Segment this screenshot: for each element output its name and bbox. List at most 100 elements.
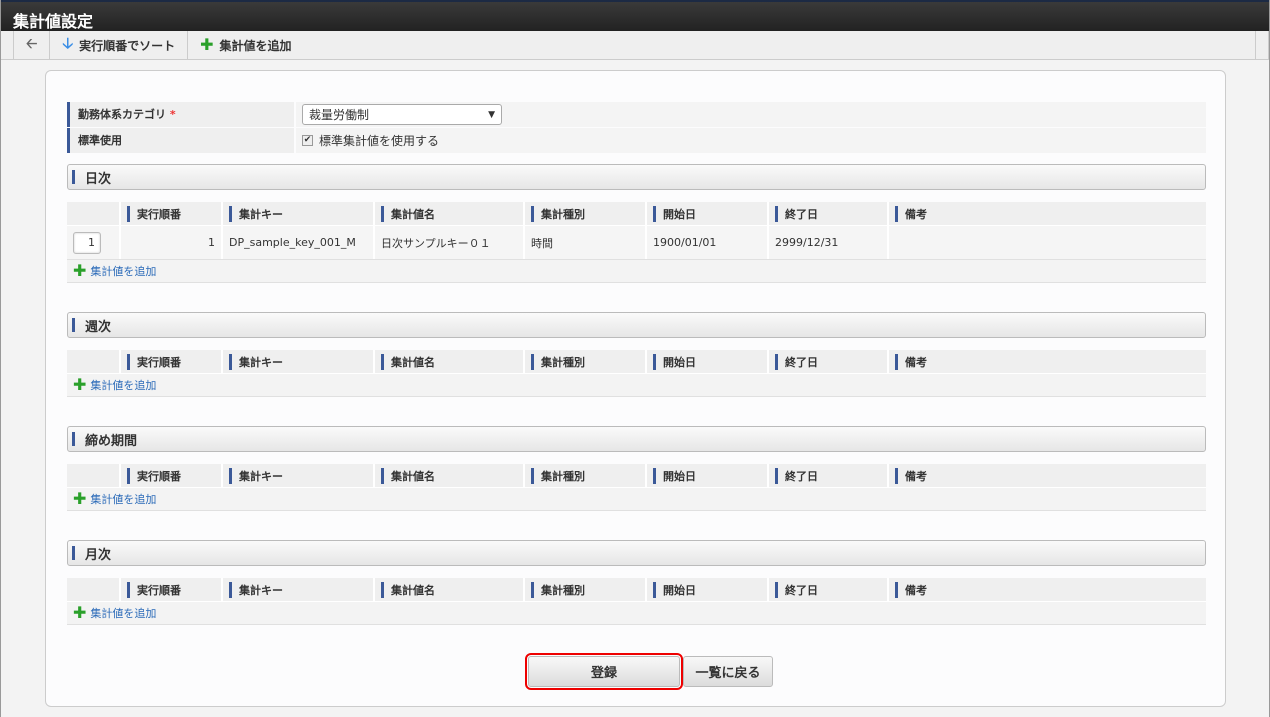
column-header: 開始日 [647, 464, 769, 487]
section-title: 週次 [85, 319, 112, 335]
arrow-down-icon: 🡣 [62, 33, 74, 52]
column-header: 備考 [889, 202, 1206, 225]
header-select [67, 578, 121, 601]
column-header-text: 集計キー [239, 355, 283, 369]
column-header-text: 集計値名 [391, 355, 435, 369]
register-button[interactable]: 登録 [525, 653, 683, 690]
table-header: 実行順番 集計キー 集計値名 集計種別 開始日 終了日 備考 [67, 202, 1206, 226]
column-header-text: 備考 [905, 469, 927, 483]
table-header: 実行順番 集計キー 集計値名 集計種別 開始日 終了日 備考 [67, 350, 1206, 374]
column-header-text: 集計種別 [541, 583, 585, 597]
standard-label: 標準使用 [67, 128, 294, 153]
column-header-text: 実行順番 [137, 583, 181, 597]
column-header: 集計キー [223, 202, 375, 225]
add-button[interactable]: ✚ 集計値を追加 [187, 31, 303, 59]
column-header-text: 開始日 [663, 583, 696, 597]
back-button[interactable]: 🡠 [13, 31, 49, 59]
column-header-text: 終了日 [785, 355, 818, 369]
column-header-text: 備考 [905, 583, 927, 597]
back-to-list-button[interactable]: 一覧に戻る [683, 656, 773, 687]
column-header: 終了日 [769, 350, 889, 373]
column-header-text: 集計キー [239, 583, 283, 597]
column-header-text: 開始日 [663, 469, 696, 483]
add-label: 集計値を追加 [219, 38, 292, 53]
section-title: 締め期間 [85, 433, 138, 449]
section-marker [72, 432, 75, 446]
column-header: 実行順番 [121, 464, 223, 487]
table-row[interactable]: 1 1 DP_sample_key_001_M 日次サンプルキー０１ 時間 1900/01… [67, 226, 1206, 260]
column-header-text: 備考 [905, 207, 927, 221]
column-header: 集計種別 [525, 578, 647, 601]
section-marker [72, 546, 75, 560]
cell-start: 1900/01/01 [647, 226, 769, 259]
cell-order: 1 [121, 226, 223, 259]
add-value-label: 集計値を追加 [90, 607, 157, 620]
column-header-text: 集計値名 [391, 583, 435, 597]
column-header: 集計キー [223, 350, 375, 373]
header-select [67, 350, 121, 373]
column-header-text: 集計キー [239, 469, 283, 483]
category-label: 勤務体系カテゴリ * [67, 102, 294, 127]
add-value-link[interactable]: ✚ 集計値を追加 [67, 260, 1206, 283]
required-mark: * [169, 108, 176, 121]
column-header: 集計種別 [525, 350, 647, 373]
column-header-text: 実行順番 [137, 207, 181, 221]
section-marker [72, 318, 75, 332]
column-header-text: 終了日 [785, 583, 818, 597]
column-header: 実行順番 [121, 202, 223, 225]
sort-label: 実行順番でソート [79, 38, 176, 53]
dropdown-arrow-icon: ▼ [488, 109, 495, 120]
column-header: 開始日 [647, 350, 769, 373]
add-value-link[interactable]: ✚ 集計値を追加 [67, 374, 1206, 397]
standard-checkbox[interactable]: ✔ [302, 135, 313, 146]
cell-end: 2999/12/31 [769, 226, 889, 259]
form-panel: 勤務体系カテゴリ * 裁量労働制 ▼ 標準使用 ✔ 標準集計値を使用する 日次実行順… [45, 70, 1226, 707]
column-header-text: 集計種別 [541, 469, 585, 483]
section-header: 月次 [67, 540, 1206, 566]
toolbar-end [1255, 31, 1269, 59]
table-header: 実行順番 集計キー 集計値名 集計種別 開始日 終了日 備考 [67, 578, 1206, 602]
column-header: 終了日 [769, 578, 889, 601]
add-value-link[interactable]: ✚ 集計値を追加 [67, 488, 1206, 511]
section-header: 週次 [67, 312, 1206, 338]
column-header: 集計値名 [375, 350, 525, 373]
column-header-text: 終了日 [785, 207, 818, 221]
column-header-text: 集計キー [239, 207, 283, 221]
column-header: 集計種別 [525, 202, 647, 225]
section-title: 月次 [85, 547, 112, 563]
column-header-text: 開始日 [663, 207, 696, 221]
section-header: 締め期間 [67, 426, 1206, 452]
cell-note [889, 226, 1206, 259]
cell-name: 日次サンプルキー０１ [375, 226, 525, 259]
column-header-text: 実行順番 [137, 355, 181, 369]
column-header: 備考 [889, 464, 1206, 487]
column-header: 開始日 [647, 578, 769, 601]
add-value-label: 集計値を追加 [90, 379, 157, 392]
arrow-left-icon: 🡠 [26, 36, 38, 52]
header-select [67, 464, 121, 487]
column-header: 実行順番 [121, 578, 223, 601]
plus-icon: ✚ [200, 35, 214, 54]
sort-button[interactable]: 🡣 実行順番でソート [49, 31, 187, 59]
row-order-input[interactable]: 1 [73, 231, 101, 254]
column-header: 終了日 [769, 464, 889, 487]
column-header: 集計値名 [375, 202, 525, 225]
add-value-label: 集計値を追加 [90, 265, 157, 278]
column-header-text: 備考 [905, 355, 927, 369]
column-header: 備考 [889, 350, 1206, 373]
standard-checkbox-label: 標準集計値を使用する [319, 134, 440, 148]
add-value-link[interactable]: ✚ 集計値を追加 [67, 602, 1206, 625]
table-header: 実行順番 集計キー 集計値名 集計種別 開始日 終了日 備考 [67, 464, 1206, 488]
page-title: 集計値設定 [1, 0, 1269, 31]
plus-icon: ✚ [73, 489, 87, 508]
section-header: 日次 [67, 164, 1206, 190]
column-header-text: 集計種別 [541, 355, 585, 369]
column-header: 実行順番 [121, 350, 223, 373]
column-header: 終了日 [769, 202, 889, 225]
category-select[interactable]: 裁量労働制 ▼ [302, 104, 502, 125]
column-header-text: 実行順番 [137, 469, 181, 483]
category-label-text: 勤務体系カテゴリ [78, 108, 166, 121]
add-value-label: 集計値を追加 [90, 493, 157, 506]
column-header: 開始日 [647, 202, 769, 225]
cell-type: 時間 [525, 226, 647, 259]
